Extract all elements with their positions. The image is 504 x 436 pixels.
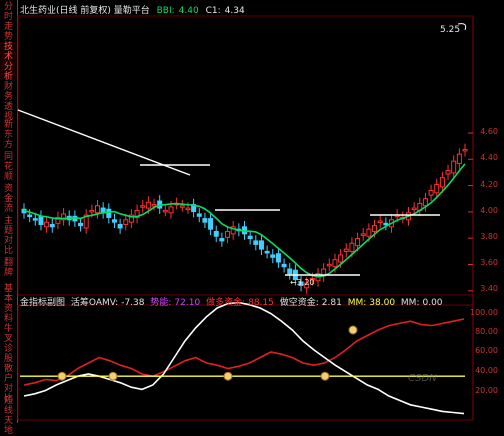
candle-body xyxy=(332,259,338,268)
candle-body xyxy=(162,209,168,213)
oamv-value: -7.38 xyxy=(121,298,145,308)
ind-tick: 80.00 xyxy=(475,327,498,336)
smiley-icon xyxy=(320,371,330,381)
price-panel-frame xyxy=(17,15,474,296)
kline-chart[interactable] xyxy=(0,0,504,423)
price-tick: 4.40 xyxy=(480,153,498,162)
short-fund-label: 做空资金: xyxy=(279,298,319,308)
candle-body xyxy=(258,240,264,250)
candle-body xyxy=(451,160,457,174)
candle-body xyxy=(202,218,208,223)
candle-body xyxy=(32,218,38,221)
oamv-line xyxy=(23,301,465,415)
candle-body xyxy=(445,170,451,175)
candle-body xyxy=(355,238,361,247)
candle-body xyxy=(456,153,462,165)
mm-label: MM: xyxy=(347,298,367,308)
candle-body xyxy=(38,215,44,225)
candle-body xyxy=(145,201,151,209)
momentum-label: 势能: xyxy=(150,298,172,308)
candle-body xyxy=(360,233,366,236)
candle-body xyxy=(377,220,383,223)
price-tick: 3.40 xyxy=(480,284,498,293)
indicator-name: 金指标副图 xyxy=(20,298,66,308)
candle-body xyxy=(78,222,84,227)
ind-tick: 20.00 xyxy=(475,386,498,395)
candle-body xyxy=(89,209,95,213)
price-tick: 4.60 xyxy=(480,127,498,136)
candle-body xyxy=(264,250,270,254)
mm-value: 38.00 xyxy=(369,298,396,308)
candle-body xyxy=(208,218,214,230)
candle-body xyxy=(428,189,434,196)
c1-label: C1: xyxy=(205,6,221,16)
momentum-value: 72.10 xyxy=(174,298,201,308)
watermark: CSDN xyxy=(408,373,437,384)
candle-body xyxy=(95,205,100,214)
candle-body xyxy=(366,228,372,237)
indicator-header: 金指标副图 活筹OAMV: -7.38 势能: 72.10 做多资金: 88.15 做… xyxy=(20,295,446,308)
candle-body xyxy=(349,242,355,252)
price-tick: 4.20 xyxy=(480,180,498,189)
candle-body xyxy=(287,268,293,275)
mm2-value: 0.00 xyxy=(422,298,443,308)
candle-body xyxy=(383,222,389,226)
candle-body xyxy=(151,204,157,207)
candle-body xyxy=(343,248,349,252)
candle-body xyxy=(225,231,231,238)
long-fund-value: 88.15 xyxy=(248,298,274,308)
candle-body xyxy=(27,214,33,218)
chart-header: 北生药业(日线 前复权) 量勒平台 BBI: 4.40 C1: 4.34 xyxy=(20,3,249,16)
candle-body xyxy=(338,254,344,263)
candle-body xyxy=(185,207,191,211)
candle-body xyxy=(140,205,146,208)
candle-body xyxy=(326,263,332,267)
candle-body xyxy=(270,254,276,258)
candle-body xyxy=(462,148,468,152)
candle-body xyxy=(422,198,428,207)
smiley-icon xyxy=(348,325,358,335)
candle-body xyxy=(179,205,185,208)
oamv-label: 活筹OAMV: xyxy=(70,298,119,308)
candle-body xyxy=(247,235,253,240)
price-tick: 4.00 xyxy=(480,206,498,215)
candle-body xyxy=(434,184,440,194)
c1-value: 4.34 xyxy=(224,6,245,16)
candle-body xyxy=(281,263,287,268)
candle-body xyxy=(117,223,123,229)
candle-body xyxy=(275,253,281,263)
long-fund-label: 做多资金: xyxy=(206,298,246,308)
candle-body xyxy=(213,231,219,237)
ind-tick: 40.00 xyxy=(475,366,498,375)
price-tick: 3.60 xyxy=(480,258,498,267)
ind-tick: 60.00 xyxy=(475,346,498,355)
candle-body xyxy=(196,213,202,217)
short-fund-value: 2.81 xyxy=(321,298,342,308)
candle-body xyxy=(168,206,174,214)
price-low-value: 3.20 xyxy=(296,278,315,287)
price-low-marker: ←3.20 xyxy=(290,278,315,287)
smiley-icon xyxy=(223,371,233,381)
candle-body xyxy=(439,177,445,188)
bbi-value: 4.40 xyxy=(178,6,199,16)
ind-tick: 100.00 xyxy=(470,308,498,317)
smiley-icon xyxy=(108,371,118,381)
smiley-icon xyxy=(57,371,67,381)
bbi-line xyxy=(23,163,466,278)
candle-body xyxy=(219,238,225,242)
bbi-label: BBI: xyxy=(156,6,175,16)
price-high-marker: 5.25 xyxy=(440,25,461,35)
candle-body xyxy=(253,240,259,245)
candle-body xyxy=(123,219,129,225)
candle-body xyxy=(372,225,378,233)
candle-body xyxy=(106,208,112,218)
candle-body xyxy=(411,207,417,211)
mm2-label: MM: xyxy=(400,298,420,308)
chart-title: 北生药业(日线 前复权) 量勒平台 xyxy=(20,6,150,16)
candle-body xyxy=(44,221,50,228)
candle-body xyxy=(49,223,55,228)
price-tick: 3.80 xyxy=(480,232,498,241)
candle-body xyxy=(111,219,117,223)
